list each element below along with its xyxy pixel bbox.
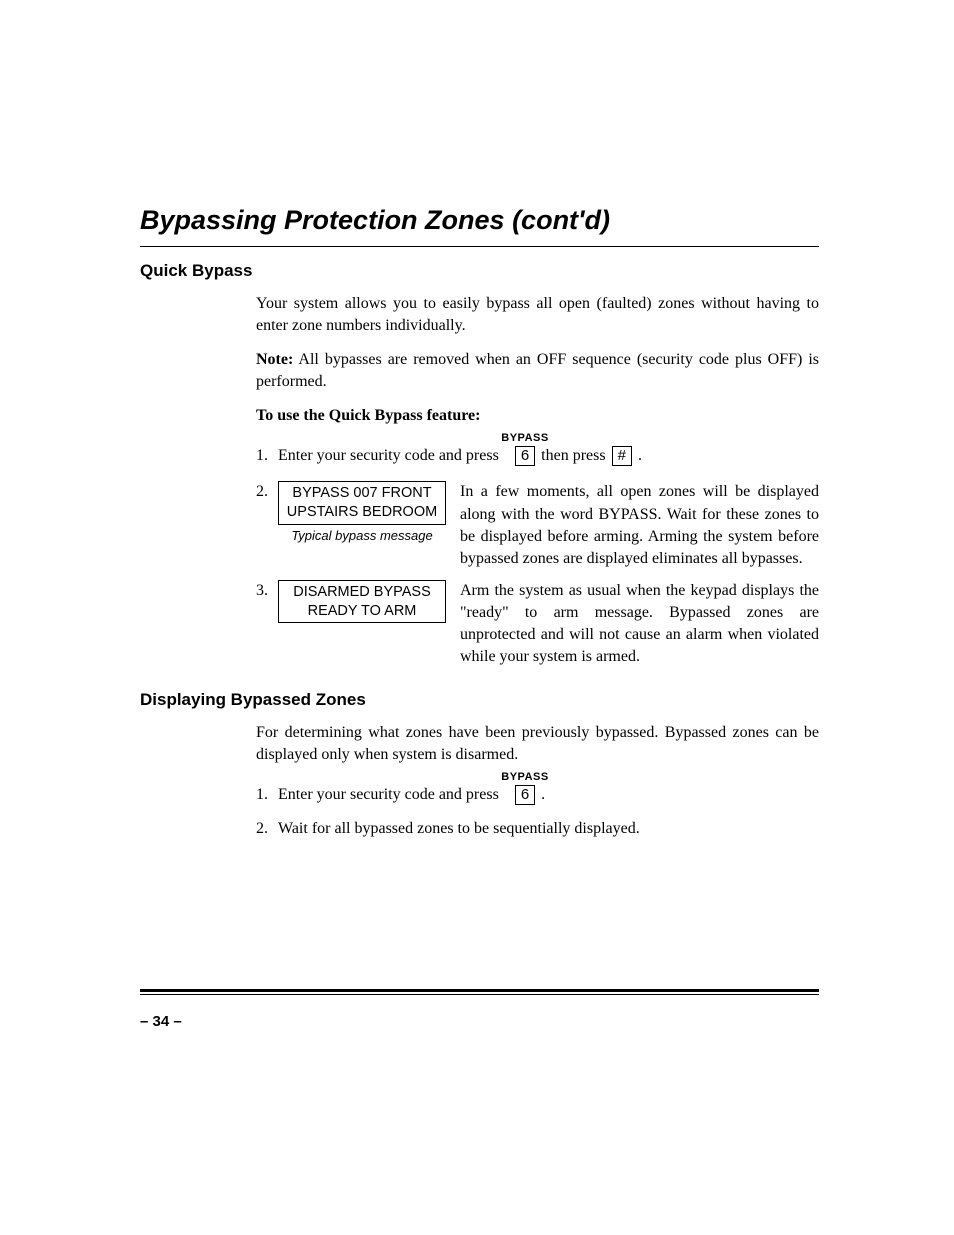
key-label-bypass: BYPASS	[501, 770, 548, 785]
step-3: 3. DISARMED BYPASS READY TO ARM Arm the …	[256, 580, 819, 668]
keycap-hash: #	[612, 446, 632, 466]
step-text: Enter your security code and press	[278, 784, 499, 806]
display-line: DISARMED BYPASS	[283, 583, 441, 602]
keypad-display: BYPASS 007 FRONT UPSTAIRS BEDROOM	[278, 481, 446, 525]
section-heading-quick-bypass: Quick Bypass	[140, 261, 819, 281]
step-text: Wait for all bypassed zones to be sequen…	[278, 820, 640, 837]
step-number: 2.	[256, 481, 268, 503]
step-text: then press	[541, 445, 605, 467]
step-1: 1. Enter your security code and press BY…	[256, 445, 819, 467]
step-1: 1. Enter your security code and press BY…	[256, 784, 819, 806]
key-label-bypass: BYPASS	[501, 431, 548, 446]
step-text: Enter your security code and press	[278, 445, 499, 467]
note-label: Note:	[256, 351, 293, 368]
display-line: BYPASS 007 FRONT	[283, 484, 441, 503]
note-paragraph: Note: All bypasses are removed when an O…	[256, 349, 819, 393]
step-text: .	[638, 445, 642, 467]
keycap-6: 6	[515, 446, 535, 466]
page-title: Bypassing Protection Zones (cont'd)	[140, 205, 819, 236]
display-column: BYPASS 007 FRONT UPSTAIRS BEDROOM Typica…	[278, 481, 446, 545]
step-number: 1.	[256, 784, 268, 806]
section-body-displaying-bypassed: For determining what zones have been pre…	[140, 722, 819, 840]
note-text: All bypasses are removed when an OFF seq…	[256, 351, 819, 390]
step-2: 2. BYPASS 007 FRONT UPSTAIRS BEDROOM Typ…	[256, 481, 819, 569]
display-column: DISARMED BYPASS READY TO ARM	[278, 580, 446, 624]
title-underline	[140, 246, 819, 247]
step-number: 1.	[256, 445, 268, 467]
key-wrap-bypass: BYPASS 6	[515, 784, 535, 806]
step-description: Arm the system as usual when the keypad …	[460, 580, 819, 668]
section-body-quick-bypass: Your system allows you to easily bypass …	[140, 293, 819, 668]
step-description: In a few moments, all open zones will be…	[460, 481, 819, 569]
paragraph: For determining what zones have been pre…	[256, 722, 819, 766]
keycap-6: 6	[515, 785, 535, 805]
step-number: 2.	[256, 818, 268, 840]
keypad-display: DISARMED BYPASS READY TO ARM	[278, 580, 446, 624]
section-heading-displaying-bypassed: Displaying Bypassed Zones	[140, 690, 819, 710]
footer-rule	[140, 989, 819, 995]
display-caption: Typical bypass message	[278, 527, 446, 545]
display-line: READY TO ARM	[283, 602, 441, 621]
use-heading: To use the Quick Bypass feature:	[256, 405, 819, 427]
paragraph: Your system allows you to easily bypass …	[256, 293, 819, 337]
page-number: – 34 –	[140, 1013, 182, 1030]
step-2: 2. Wait for all bypassed zones to be seq…	[256, 818, 819, 840]
step-number: 3.	[256, 580, 268, 602]
step-text: .	[541, 784, 545, 806]
key-wrap-bypass: BYPASS 6	[515, 445, 535, 467]
display-line: UPSTAIRS BEDROOM	[283, 503, 441, 522]
